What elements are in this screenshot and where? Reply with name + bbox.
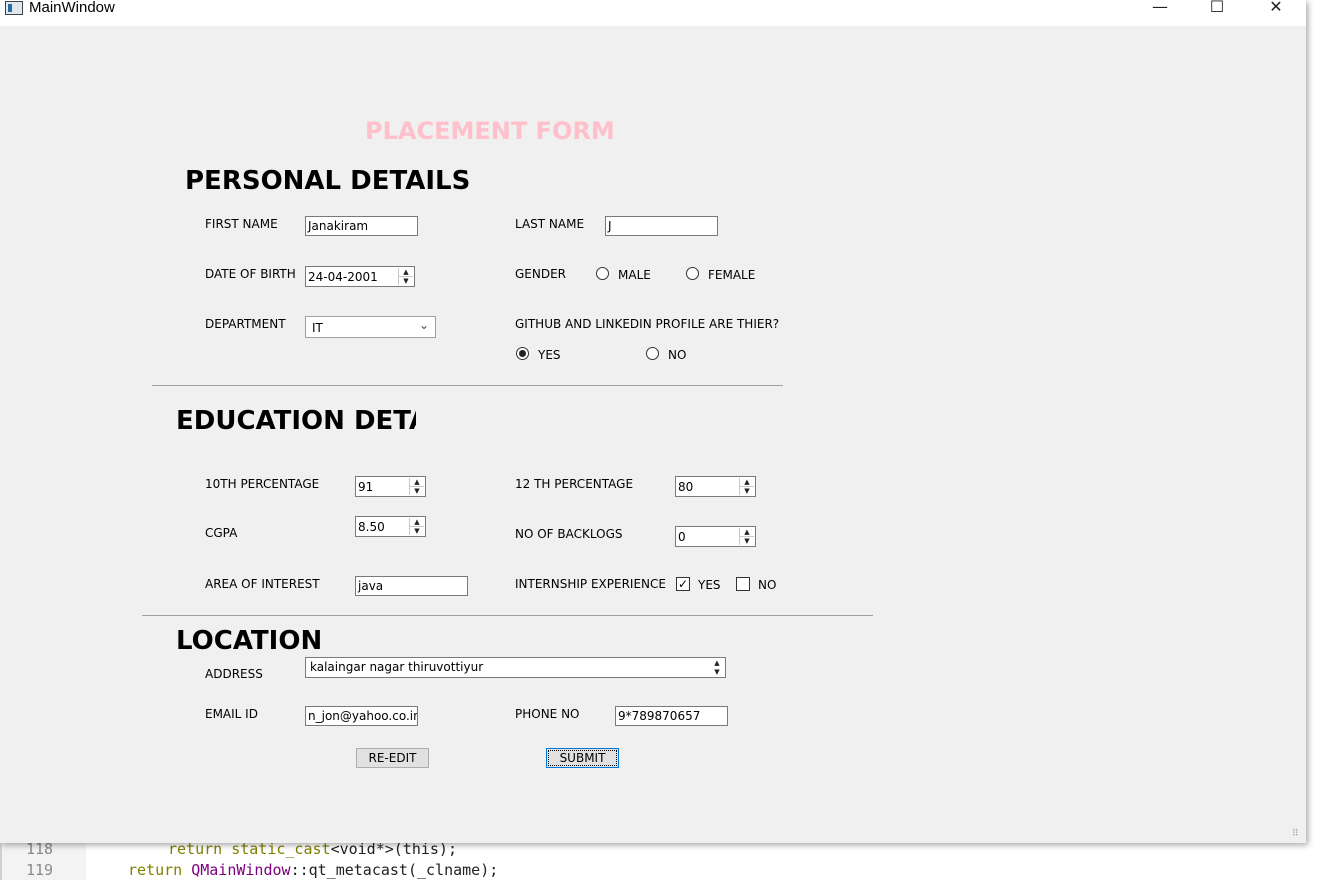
spin-up-icon[interactable]: ▲ — [410, 518, 424, 527]
first-name-label: FIRST NAME — [205, 217, 278, 231]
spin-down-icon[interactable]: ▼ — [740, 487, 754, 495]
backlogs-value: 0 — [678, 530, 686, 544]
gender-male-label[interactable]: MALE — [618, 268, 651, 282]
gender-male-radio[interactable] — [596, 267, 609, 280]
gender-female-radio[interactable] — [686, 267, 699, 280]
dob-value: 24-04-2001 — [308, 270, 378, 284]
profile-no-radio[interactable] — [646, 347, 659, 360]
cgpa-value: 8.50 — [358, 520, 385, 534]
window-title: MainWindow — [29, 0, 115, 16]
tenth-percentage-label: 10TH PERCENTAGE — [205, 477, 320, 491]
department-select[interactable]: IT ⌄ — [305, 316, 436, 338]
spin-down-icon[interactable]: ▼ — [410, 527, 424, 535]
maximize-button[interactable]: ☐ — [1189, 0, 1245, 20]
phone-label: PHONE NO — [515, 707, 580, 721]
dob-date-edit[interactable]: 24-04-2001 ▲ ▼ — [305, 266, 415, 287]
spin-up-icon[interactable]: ▲ — [740, 528, 754, 537]
backlogs-spinbox[interactable]: 0 ▲ ▼ — [675, 526, 756, 547]
spin-down-icon[interactable]: ▼ — [410, 487, 424, 495]
spin-up-icon[interactable]: ▲ — [399, 268, 413, 277]
form-title: PLACEMENT FORM — [365, 117, 615, 145]
internship-label: INTERNSHIP EXPERIENCE — [515, 577, 666, 591]
close-button[interactable]: ✕ — [1248, 0, 1304, 20]
app-icon — [5, 1, 23, 15]
email-input[interactable]: n_jon@yahoo.co.in — [305, 706, 418, 726]
dob-label: DATE OF BIRTH — [205, 267, 296, 281]
area-of-interest-input[interactable]: java — [355, 576, 468, 596]
internship-no-label[interactable]: NO — [758, 578, 776, 592]
re-edit-button[interactable]: RE-EDIT — [356, 748, 429, 768]
tenth-percentage-value: 91 — [358, 480, 374, 494]
spin-down-icon[interactable]: ▼ — [740, 537, 754, 545]
code-line: return QMainWindow::qt_metacast(_clname)… — [128, 861, 499, 879]
internship-no-checkbox[interactable] — [736, 577, 750, 591]
department-label: DEPARTMENT — [205, 317, 286, 331]
department-value: IT — [312, 321, 323, 335]
twelfth-percentage-label: 12 TH PERCENTAGE — [515, 477, 634, 491]
scroll-down-icon[interactable]: ▼ — [710, 668, 724, 676]
cgpa-spinbox[interactable]: 8.50 ▲ ▼ — [355, 516, 426, 537]
title-bar[interactable]: MainWindow — ☐ ✕ — [0, 0, 1306, 26]
tenth-percentage-spinbox[interactable]: 91 ▲ ▼ — [355, 476, 426, 497]
gender-label: GENDER — [515, 267, 567, 281]
gender-female-label[interactable]: FEMALE — [708, 268, 755, 282]
area-of-interest-label: AREA OF INTEREST — [205, 577, 320, 591]
profile-yes-radio[interactable] — [516, 347, 529, 360]
personal-details-heading: PERSONAL DETAILS — [185, 166, 471, 196]
chevron-down-icon: ⌄ — [418, 318, 429, 332]
education-details-heading: EDUCATION DETA: — [176, 406, 416, 436]
internship-yes-checkbox[interactable]: ✓ — [676, 577, 690, 591]
spin-down-icon[interactable]: ▼ — [399, 277, 413, 285]
last-name-label: LAST NAME — [515, 217, 585, 231]
address-label: ADDRESS — [205, 667, 263, 681]
main-window: MainWindow — ☐ ✕ PLACEMENT FORM PERSONAL… — [0, 0, 1306, 843]
backlogs-label: NO OF BACKLOGS — [515, 527, 623, 541]
submit-button[interactable]: SUBMIT — [546, 748, 619, 768]
address-text-edit[interactable]: kalaingar nagar thiruvottiyur ▲ ▼ — [305, 657, 726, 678]
profile-yes-label[interactable]: YES — [538, 348, 561, 362]
twelfth-percentage-spinbox[interactable]: 80 ▲ ▼ — [675, 476, 756, 497]
email-label: EMAIL ID — [205, 707, 258, 721]
internship-yes-label[interactable]: YES — [698, 578, 721, 592]
cgpa-label: CGPA — [205, 526, 238, 540]
line-number: 119 — [26, 861, 54, 879]
first-name-input[interactable]: Janakiram — [305, 216, 418, 236]
profile-no-label[interactable]: NO — [668, 348, 686, 362]
minimize-button[interactable]: — — [1132, 0, 1188, 20]
twelfth-percentage-value: 80 — [678, 480, 694, 494]
address-value: kalaingar nagar thiruvottiyur — [310, 660, 484, 674]
location-heading: LOCATION — [176, 626, 323, 656]
scroll-up-icon[interactable]: ▲ — [710, 659, 724, 667]
section-divider — [142, 615, 873, 616]
spin-up-icon[interactable]: ▲ — [410, 478, 424, 487]
resize-grip-icon[interactable]: ⠿ — [1292, 829, 1299, 839]
section-divider — [152, 385, 783, 386]
profile-question-label: GITHUB AND LINKEDIN PROFILE ARE THIER? — [515, 317, 780, 331]
last-name-input[interactable]: J — [605, 216, 718, 236]
code-editor: 118 119 return static_cast<void*>(this);… — [0, 840, 1332, 880]
phone-input[interactable]: 9*789870657 — [615, 706, 728, 726]
spin-up-icon[interactable]: ▲ — [740, 478, 754, 487]
